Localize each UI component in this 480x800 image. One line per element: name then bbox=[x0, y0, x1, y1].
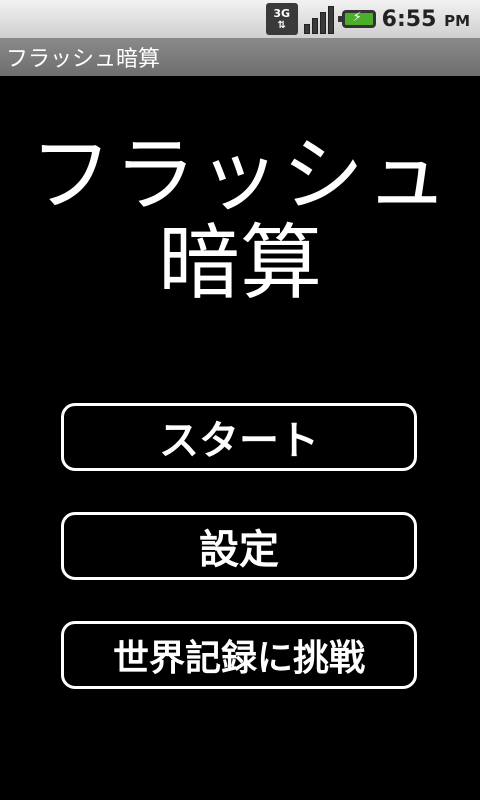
signal-strength-icon bbox=[303, 4, 336, 34]
app-heading: フラッシュ 暗算 bbox=[0, 132, 480, 308]
app-title: フラッシュ暗算 bbox=[6, 47, 161, 72]
settings-button[interactable]: 設定 bbox=[61, 512, 417, 580]
battery-icon: ⚡ bbox=[337, 10, 376, 28]
heading-line-1: フラッシュ bbox=[29, 128, 450, 223]
app-title-bar: フラッシュ暗算 bbox=[0, 38, 480, 76]
world-record-challenge-button[interactable]: 世界記録に挑戦 bbox=[61, 621, 417, 689]
network-type-label: 3G bbox=[273, 6, 291, 20]
status-clock: 6:55 PM bbox=[382, 7, 470, 32]
status-bar: 3G ⇅ ⚡ 6:55 PM bbox=[0, 0, 480, 38]
clock-ampm: PM bbox=[444, 11, 470, 30]
clock-time: 6:55 bbox=[381, 6, 437, 32]
heading-line-2: 暗算 bbox=[157, 216, 322, 311]
start-button[interactable]: スタート bbox=[61, 403, 417, 471]
network-3g-icon: 3G ⇅ bbox=[265, 3, 298, 35]
data-arrows-icon: ⇅ bbox=[277, 19, 286, 31]
